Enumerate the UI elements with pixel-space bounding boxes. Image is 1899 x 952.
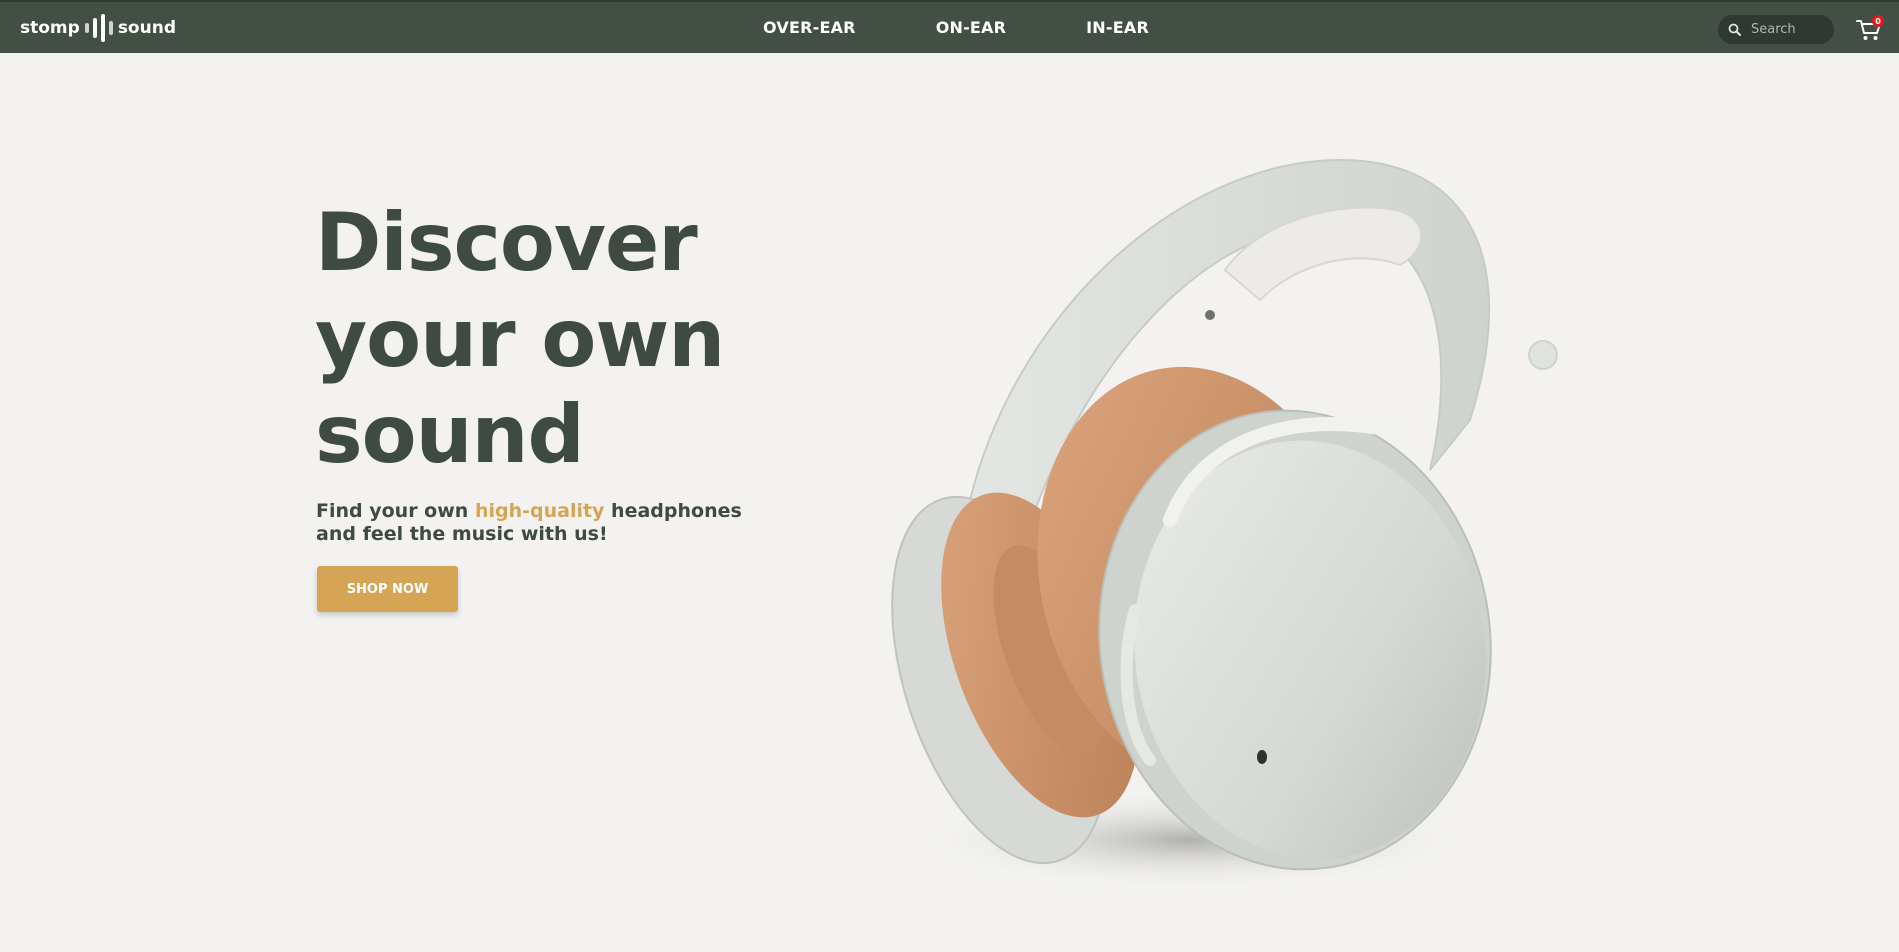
subtitle-text: Find your own xyxy=(316,500,475,522)
search-icon xyxy=(1728,23,1741,36)
main-nav: OVER-EAR ON-EAR IN-EAR xyxy=(763,18,1149,37)
brand-name-left: stomp xyxy=(20,18,80,38)
subtitle-highlight: high-quality xyxy=(474,500,605,522)
search-box[interactable] xyxy=(1718,15,1834,44)
hero-subtitle: Find your own high-quality headphones an… xyxy=(316,500,756,546)
nav-in-ear[interactable]: IN-EAR xyxy=(1086,18,1149,37)
soundwave-logo-icon xyxy=(84,14,113,42)
hero-title-line: Discover xyxy=(315,196,698,289)
cart-count-badge: 0 xyxy=(1872,15,1884,27)
hero-title: Discover your own sound xyxy=(315,195,835,483)
cart-button[interactable]: 0 xyxy=(1856,15,1884,42)
hero-title-line: sound xyxy=(315,388,585,481)
brand-logo[interactable]: stomp sound xyxy=(20,14,176,42)
brand-name-right: sound xyxy=(117,18,176,38)
shop-now-button[interactable]: SHOP NOW xyxy=(317,566,458,612)
nav-over-ear[interactable]: OVER-EAR xyxy=(763,18,856,37)
headphones-image xyxy=(891,158,1558,890)
nav-on-ear[interactable]: ON-EAR xyxy=(936,18,1006,37)
search-input[interactable] xyxy=(1751,22,1821,37)
top-navbar: stomp sound OVER-EAR ON-EAR IN-EAR 0 xyxy=(0,0,1899,53)
hero-title-line: your own xyxy=(315,292,725,385)
